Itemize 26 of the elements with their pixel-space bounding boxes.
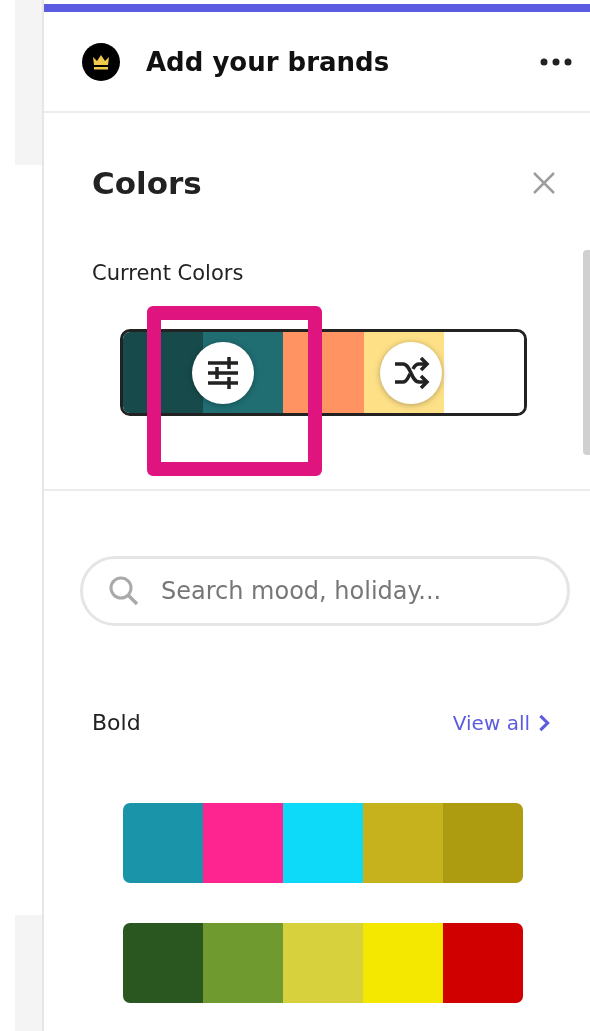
section-label: Current Colors — [92, 261, 244, 285]
sliders-icon[interactable] — [191, 341, 255, 405]
color-swatch[interactable] — [123, 923, 203, 1003]
color-swatch[interactable] — [203, 803, 283, 883]
color-swatch[interactable] — [443, 803, 523, 883]
color-swatch[interactable] — [123, 803, 203, 883]
color-swatch[interactable] — [443, 923, 523, 1003]
chevron-icon — [538, 713, 550, 732]
section-title: Bold — [92, 710, 141, 735]
color-swatch[interactable] — [283, 923, 363, 1003]
color-swatch[interactable] — [363, 923, 443, 1003]
scrollbar[interactable] — [583, 250, 590, 455]
close-icon[interactable] — [532, 171, 556, 195]
crown-icon[interactable] — [82, 42, 120, 81]
search-icon — [108, 575, 140, 607]
color-palette[interactable] — [123, 803, 523, 883]
color-swatch[interactable] — [283, 803, 363, 883]
brand-title: Add your brands — [146, 46, 391, 77]
search-field[interactable]: Search mood, holiday... — [80, 556, 570, 626]
view-all-link[interactable]: View all — [452, 710, 550, 735]
shuffle-icon[interactable] — [379, 341, 443, 405]
color-palette[interactable] — [123, 923, 523, 1003]
color-swatch[interactable] — [203, 923, 283, 1003]
panel-title: Colors — [92, 165, 202, 201]
more-icon[interactable] — [540, 57, 572, 66]
color-swatch[interactable] — [363, 803, 443, 883]
